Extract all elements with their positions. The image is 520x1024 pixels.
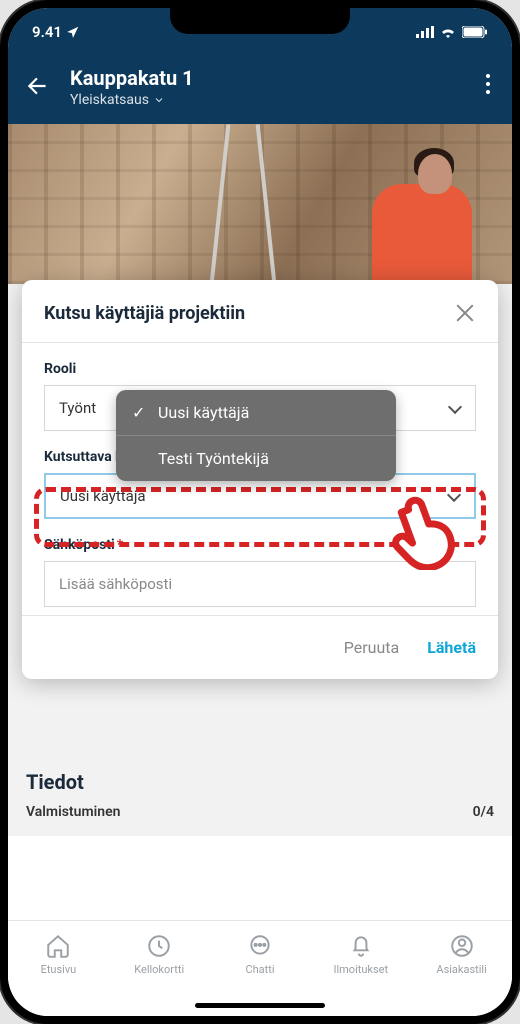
check-icon: ✓: [132, 403, 148, 422]
person-dropdown-menu: ✓ Uusi käyttäjä Testi Työntekijä: [116, 390, 396, 481]
dropdown-item[interactable]: ✓ Uusi käyttäjä: [116, 390, 396, 436]
progress-label: Valmistuminen: [26, 804, 120, 820]
location-icon: [66, 25, 80, 39]
user-icon: [449, 933, 475, 959]
chat-icon: [247, 933, 273, 959]
chevron-down-icon: [447, 401, 461, 415]
progress-value: 0/4: [473, 804, 494, 820]
nav-timecard[interactable]: Kellokortti: [109, 933, 210, 976]
section-title: Tiedot: [26, 770, 494, 794]
nav-account[interactable]: Asiakastili: [411, 933, 512, 976]
details-section: Tiedot Valmistuminen 0/4: [8, 754, 512, 836]
project-hero-image: [8, 124, 512, 284]
nav-notifications[interactable]: Ilmoitukset: [310, 933, 411, 976]
page-subtitle-dropdown[interactable]: Yleiskatsaus: [70, 92, 462, 108]
modal-title: Kutsu käyttäjiä projektiin: [44, 303, 245, 324]
signal-icon: [416, 26, 434, 38]
wifi-icon: [440, 26, 456, 38]
role-label: Rooli: [44, 361, 476, 377]
bottom-nav: Etusivu Kellokortti Chatti Ilmoitukset A…: [8, 920, 512, 1016]
clock-icon: [146, 933, 172, 959]
home-indicator[interactable]: [195, 1003, 325, 1008]
battery-icon: [462, 26, 488, 38]
chevron-down-icon: [153, 94, 165, 106]
page-title: Kauppakatu 1: [70, 66, 462, 90]
close-icon[interactable]: [454, 302, 476, 324]
status-time: 9.41: [32, 23, 62, 41]
bell-icon: [348, 933, 374, 959]
cancel-button[interactable]: Peruuta: [344, 638, 399, 657]
nav-home[interactable]: Etusivu: [8, 933, 109, 976]
kebab-menu[interactable]: [478, 74, 498, 94]
nav-chat[interactable]: Chatti: [210, 933, 311, 976]
submit-button[interactable]: Lähetä: [427, 638, 476, 657]
app-header: Kauppakatu 1 Yleiskatsaus: [8, 56, 512, 124]
home-icon: [45, 933, 71, 959]
back-button[interactable]: [22, 70, 54, 102]
annotation-pointer-icon: [384, 492, 462, 570]
dropdown-item[interactable]: Testi Työntekijä: [116, 436, 396, 481]
